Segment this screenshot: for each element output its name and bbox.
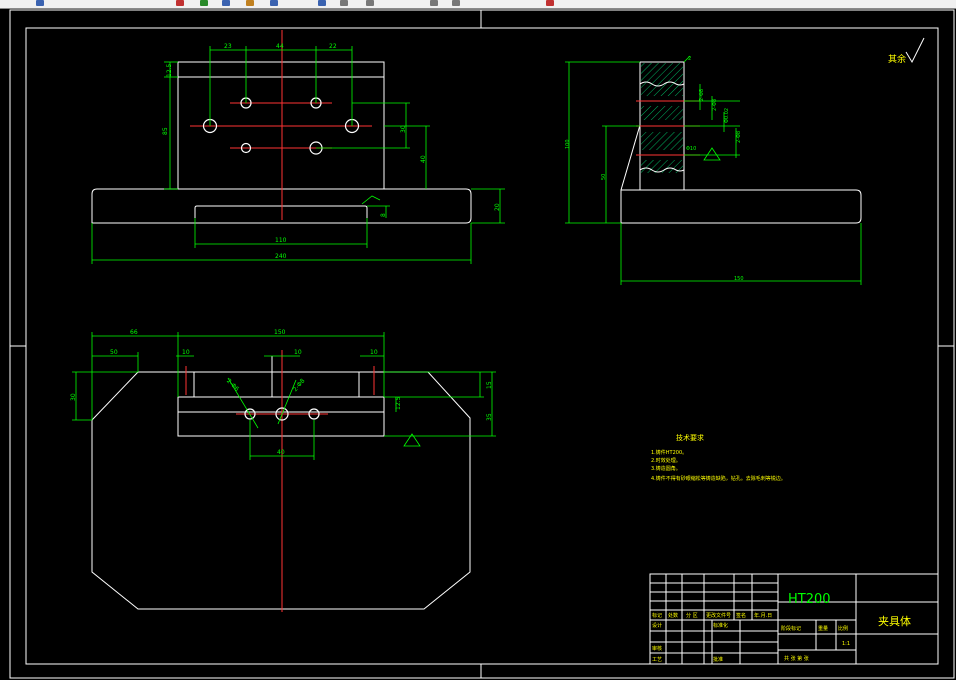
tb-stage-mark: 阶段标记 bbox=[781, 625, 801, 632]
dimension-label: 150 bbox=[734, 276, 744, 282]
tb-header: 更改文件号 bbox=[706, 612, 731, 619]
dimension-label: 40 bbox=[420, 155, 427, 163]
tool-icon[interactable] bbox=[318, 0, 326, 6]
tech-req-line: 3.铸造圆角。 bbox=[651, 465, 681, 472]
drawing-frame bbox=[9, 9, 955, 679]
tool-icon[interactable] bbox=[366, 0, 374, 6]
dimension-label: 85 bbox=[162, 127, 169, 135]
dimension-label: 100 bbox=[565, 139, 571, 149]
part-name: 夹具体 bbox=[878, 614, 911, 628]
tb-header: 标记 bbox=[652, 612, 662, 619]
cad-drawing[interactable]: 23 44 22 12.5 85 30 40 20 8 110 240 2 10… bbox=[0, 8, 956, 680]
title-block: HT200 夹具体 标记 处数 分 区 更改文件号 签名 年.月.日 设计 标准… bbox=[649, 573, 939, 665]
dimension-label: 12.5 bbox=[395, 396, 402, 410]
dimension-label: 40 bbox=[277, 449, 285, 456]
dimension-label: 110 bbox=[275, 237, 287, 244]
tool-icon[interactable] bbox=[200, 0, 208, 6]
tb-review: 审核 bbox=[652, 645, 662, 652]
dimension-label: 8 bbox=[380, 213, 387, 217]
tool-icon[interactable] bbox=[430, 0, 438, 6]
dimension-label: Φ10 bbox=[686, 146, 696, 152]
tb-standardization: 标准化 bbox=[713, 622, 728, 629]
front-view: 66 50 10 150 10 10 30 15 35 12.5 40 2-Φ6… bbox=[70, 329, 496, 612]
dimension-label: 10 bbox=[182, 349, 190, 356]
dimension-label: 35 bbox=[486, 413, 493, 421]
dimension-label: 2-Φ6 bbox=[225, 378, 240, 393]
tool-icon[interactable] bbox=[270, 0, 278, 6]
tech-req-line: 1.铸件HT200。 bbox=[651, 449, 687, 456]
tb-header: 处数 bbox=[668, 612, 678, 619]
dimension-label: 23 bbox=[224, 43, 232, 50]
dimension-label: 12.5 bbox=[166, 63, 173, 77]
dimension-label: Φ0.02 bbox=[724, 108, 730, 123]
dimension-label: 30 bbox=[400, 125, 407, 133]
material-label: HT200 bbox=[788, 592, 831, 607]
dimension-label: 50 bbox=[601, 174, 607, 180]
tb-ratio-value: 1:1 bbox=[842, 641, 850, 647]
dimension-label: 15 bbox=[486, 381, 493, 389]
tb-weight: 重量 bbox=[818, 625, 828, 632]
tool-icon[interactable] bbox=[452, 0, 460, 6]
dimension-label: 2 bbox=[688, 56, 691, 62]
tech-req-title: 技术要求 bbox=[676, 433, 704, 442]
dimension-label: 240 bbox=[275, 253, 287, 260]
roughness-label: 其余 bbox=[888, 53, 906, 65]
dimension-label: 10 bbox=[370, 349, 378, 356]
tb-header: 分 区 bbox=[686, 612, 698, 619]
file-icon[interactable] bbox=[36, 0, 44, 6]
tech-req-line: 2.时效处理。 bbox=[651, 457, 681, 464]
dimension-label: 150 bbox=[274, 329, 286, 336]
side-view: 2 100 50 150 2-Φ8 2-Φ8 Φ0.02 Φ10 2-Φ8 bbox=[565, 55, 862, 285]
tb-designer: 设计 bbox=[652, 622, 662, 629]
tb-approve: 批准 bbox=[713, 656, 723, 663]
tool-icon[interactable] bbox=[340, 0, 348, 6]
tool-icon[interactable] bbox=[176, 0, 184, 6]
technical-requirements: 技术要求 1.铸件HT200。 2.时效处理。 3.铸造圆角。 4.铸件不得有砂… bbox=[651, 433, 786, 482]
dimension-label: 44 bbox=[276, 43, 284, 50]
dimension-label: 2-Φ8 bbox=[699, 89, 705, 101]
tb-sheet: 共 张 第 张 bbox=[784, 655, 809, 662]
dimension-label: 2-Φ8 bbox=[292, 377, 307, 393]
dimension-label: 30 bbox=[70, 393, 77, 401]
tb-header: 签名 bbox=[736, 612, 746, 619]
dimension-label: 50 bbox=[110, 349, 118, 356]
tool-icon[interactable] bbox=[546, 0, 554, 6]
tool-icon[interactable] bbox=[222, 0, 230, 6]
dimension-label: 22 bbox=[329, 43, 337, 50]
dimension-label: 20 bbox=[494, 203, 501, 211]
tech-req-line: 4.铸件不得有砂眼缩松等铸造缺陷，钻孔。去除毛刺等锐边。 bbox=[651, 475, 786, 482]
dimension-label: 66 bbox=[130, 329, 138, 336]
tb-process: 工艺 bbox=[652, 657, 662, 663]
roughness-note: 其余 bbox=[888, 37, 925, 65]
dimension-label: 2-Φ8 bbox=[712, 99, 718, 111]
dimension-label: 10 bbox=[294, 349, 302, 356]
dimension-label: 2-Φ8 bbox=[736, 131, 742, 143]
tb-header: 年.月.日 bbox=[754, 612, 772, 619]
tb-ratio: 比例 bbox=[838, 625, 848, 632]
tool-icon[interactable] bbox=[246, 0, 254, 6]
roughness-symbol bbox=[905, 37, 925, 64]
top-view: 23 44 22 12.5 85 30 40 20 8 110 240 bbox=[91, 30, 505, 264]
